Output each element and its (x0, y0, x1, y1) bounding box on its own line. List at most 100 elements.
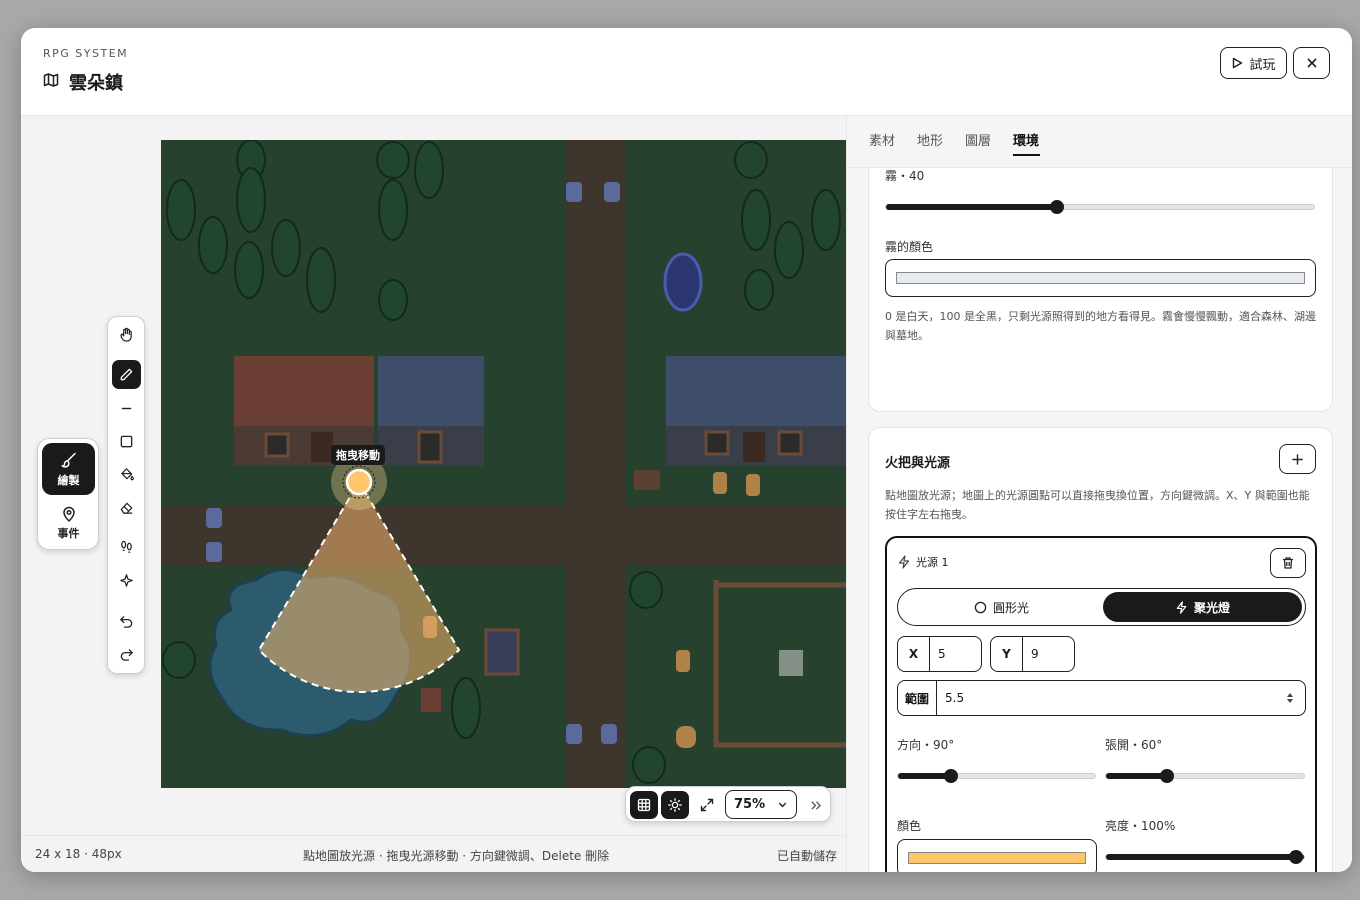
map-toolbar: 75% (625, 786, 831, 822)
header: RPG SYSTEM 雲朵鎮 試玩 (21, 28, 1352, 116)
tab-bar: 素材 地形 圖層 環境 (847, 116, 1352, 168)
direction-slider[interactable] (897, 769, 1096, 783)
light-y-field[interactable]: Y 9 (990, 636, 1075, 672)
tool-fill[interactable] (112, 460, 141, 489)
house-2 (378, 356, 484, 466)
tool-footprints[interactable] (112, 532, 141, 561)
app-kicker: RPG SYSTEM (43, 47, 129, 60)
eraser-icon (120, 502, 133, 514)
chevron-down-icon (778, 802, 787, 808)
circle-icon (974, 601, 987, 613)
mode-panel: 繪製 事件 (37, 438, 99, 550)
close-icon (1306, 58, 1317, 68)
mode-draw[interactable]: 繪製 (42, 443, 95, 495)
tool-line[interactable] (112, 394, 141, 423)
autosave-status: 已自動儲存 (777, 849, 838, 863)
collapse-panel-button[interactable] (801, 791, 829, 819)
light-range-field[interactable]: 範圍 5.5 (897, 680, 1306, 716)
brightness-label: 亮度・100% (1105, 819, 1176, 833)
spread-slider[interactable] (1105, 769, 1305, 783)
grid-icon (637, 798, 651, 812)
map-icon (43, 72, 59, 92)
tool-hand[interactable] (112, 320, 141, 349)
tab-underline (1013, 154, 1040, 156)
light-color-field[interactable] (897, 839, 1097, 872)
mode-event-label: 事件 (57, 526, 80, 540)
light-range-value: 5.5 (945, 691, 965, 705)
rectangle-icon (120, 435, 133, 448)
lights-card: 火把與光源 點地圖放光源；地圖上的光源圓點可以直接拖曳換位置，方向鍵微調。X、Y… (868, 427, 1333, 872)
light-type-spotlight[interactable]: 聚光燈 (1103, 592, 1302, 622)
pencil-icon (120, 368, 133, 381)
fog-color-swatch (896, 272, 1305, 284)
spread-label: 張開・60° (1105, 738, 1163, 752)
fog-slider-thumb[interactable] (1050, 200, 1065, 214)
editor-window: RPG SYSTEM 雲朵鎮 試玩 拖曳移動 繪製 事件 75% 24 x 18… (21, 28, 1352, 872)
footprints-icon (121, 540, 132, 553)
light-item: 光源 1 圓形光 聚光燈 X 5 Y 9 範圍 5.5 方向・90° 張開・60… (885, 536, 1317, 872)
close-button[interactable] (1293, 47, 1330, 79)
house-3 (666, 356, 846, 466)
fullscreen-button[interactable] (693, 791, 721, 819)
trash-icon (1283, 557, 1293, 569)
tool-rectangle[interactable] (112, 427, 141, 456)
zap-icon (1176, 600, 1187, 614)
tab-environment[interactable]: 環境 (1013, 130, 1039, 149)
grid-toggle[interactable] (630, 791, 658, 819)
light-name: 光源 1 (916, 556, 949, 569)
light-x-field[interactable]: X 5 (897, 636, 982, 672)
light-name-row: 光源 1 (897, 554, 949, 570)
sparkle-icon (120, 574, 133, 587)
fog-color-label: 霧的顏色 (885, 240, 934, 254)
map-canvas[interactable]: 拖曳移動 (161, 140, 846, 788)
fill-bucket-icon (121, 468, 134, 481)
tool-panel (107, 316, 145, 674)
zoom-value: 75% (734, 797, 766, 812)
fog-slider[interactable] (885, 200, 1315, 214)
tab-layers[interactable]: 圖層 (965, 130, 991, 149)
mode-event[interactable]: 事件 (42, 497, 95, 549)
light-type-circle[interactable]: 圓形光 (902, 592, 1101, 622)
brightness-slider[interactable] (1105, 850, 1305, 864)
tool-eraser[interactable] (112, 493, 141, 522)
delete-light-button[interactable] (1270, 548, 1306, 578)
fog-color-field[interactable] (885, 259, 1316, 297)
tool-sparkle[interactable] (112, 566, 141, 595)
status-bar: 24 x 18 · 48px 點地圖放光源 · 拖曳光源移動 · 方向鍵微調、D… (21, 835, 846, 872)
light-x-value: 5 (938, 647, 946, 661)
fog-hint: 0 是白天，100 是全黑，只剩光源照得到的地方看得見。霧會慢慢飄動，適合森林、… (885, 310, 1316, 342)
tool-pencil[interactable] (112, 360, 141, 389)
status-hint: 點地圖放光源 · 拖曳光源移動 · 方向鍵微調、Delete 刪除 (303, 849, 610, 863)
lighting-toggle[interactable] (661, 791, 689, 819)
tool-redo[interactable] (112, 640, 141, 669)
light-x-label[interactable]: X (898, 637, 930, 671)
redo-icon (120, 649, 134, 661)
page-title: 雲朵鎮 (69, 73, 123, 94)
light-range-label[interactable]: 範圍 (898, 681, 937, 715)
map-size: 24 x 18 · 48px (35, 847, 122, 861)
zoom-select[interactable]: 75% (725, 790, 797, 819)
fog-label: 霧・40 (885, 169, 925, 183)
light-y-label[interactable]: Y (991, 637, 1023, 671)
brush-icon (60, 452, 76, 468)
direction-slider-thumb[interactable] (944, 769, 959, 783)
expand-icon (700, 798, 714, 812)
chevrons-right-icon (810, 800, 821, 810)
brightness-slider-thumb[interactable] (1289, 850, 1304, 864)
canvas-area: 拖曳移動 繪製 事件 75% (21, 116, 846, 835)
side-panel: 素材 地形 圖層 環境 霧・40 霧的顏色 0 是白天，100 是全黑，只剩光源… (846, 116, 1352, 872)
spread-slider-thumb[interactable] (1160, 769, 1175, 783)
fog-card: 霧・40 霧的顏色 0 是白天，100 是全黑，只剩光源照得到的地方看得見。霧會… (868, 156, 1333, 412)
tool-undo[interactable] (112, 607, 141, 636)
sun-icon (668, 798, 682, 812)
play-button[interactable]: 試玩 (1220, 47, 1287, 79)
add-light-button[interactable] (1279, 444, 1316, 474)
lights-hint: 點地圖放光源；地圖上的光源圓點可以直接拖曳換位置，方向鍵微調。X、Y 與範圍也能… (885, 489, 1310, 521)
tab-assets[interactable]: 素材 (869, 130, 895, 149)
zap-icon (898, 555, 910, 569)
light-type-segment: 圓形光 聚光燈 (897, 588, 1306, 626)
tab-terrain[interactable]: 地形 (917, 130, 943, 149)
light-color-label: 顏色 (897, 819, 922, 833)
drag-tooltip: 拖曳移動 (331, 445, 385, 465)
stepper-icon[interactable] (1285, 691, 1295, 705)
